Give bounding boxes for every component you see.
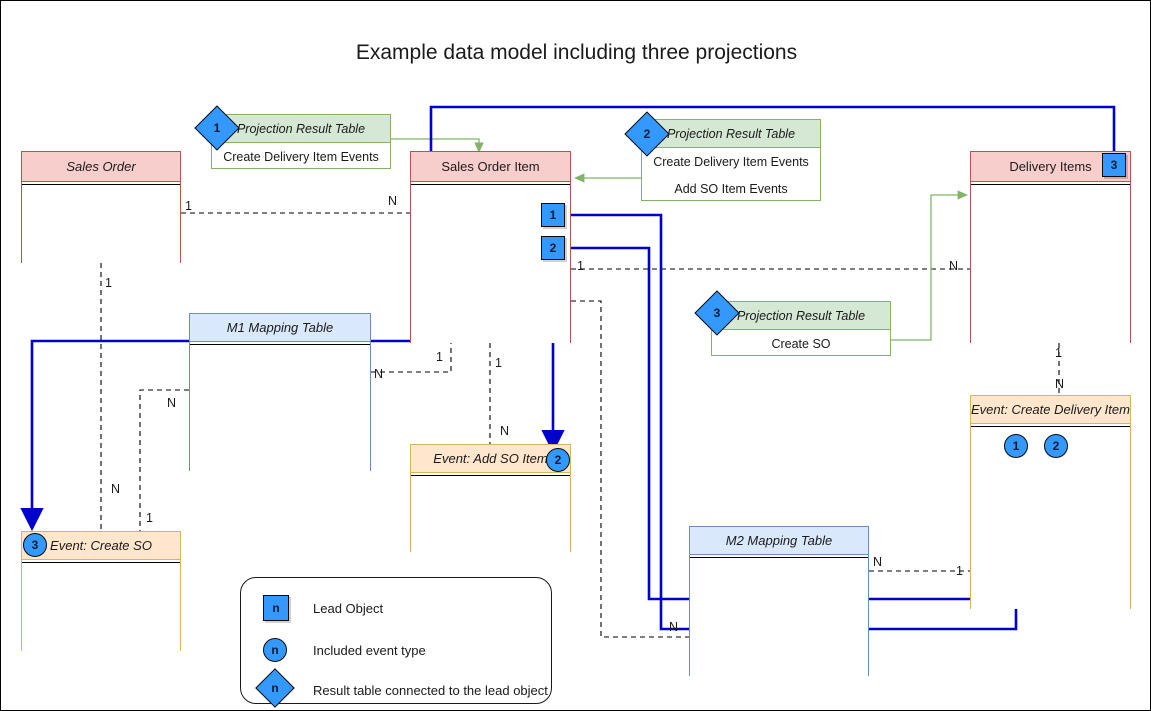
projection-1-header: Projection Result Table	[212, 115, 390, 143]
cardinality-label: 1	[105, 276, 112, 290]
projection-2-lead-diamond-label: 2	[643, 127, 651, 141]
diagram-canvas: Example data model including three proje…	[0, 0, 1151, 711]
lead-object-badge-1-sales-order-item[interactable]: 1	[541, 203, 565, 227]
cardinality-label: 1	[185, 199, 192, 213]
included-event-badge-2-create-delivery-item[interactable]: 2	[1044, 434, 1068, 458]
mapping-table-m2[interactable]: M2 Mapping Table	[689, 526, 869, 676]
cardinality-label: N	[388, 194, 398, 208]
entity-sales-order-body	[22, 185, 180, 263]
projection-3-row-0: Create SO	[771, 336, 831, 351]
legend-diamond-symbol: n	[271, 681, 279, 695]
legend-label: Result table connected to the lead objec…	[313, 683, 548, 698]
cardinality-label: 1	[956, 564, 963, 578]
included-event-badge-1-create-delivery-item[interactable]: 1	[1004, 434, 1028, 458]
cardinality-label: N	[669, 620, 679, 634]
lead-object-badge-3-delivery-items[interactable]: 3	[1102, 153, 1126, 177]
mapping-table-m1-body	[190, 345, 370, 471]
mapping-table-m2-title: M2 Mapping Table	[690, 527, 868, 555]
projection-1-lead-diamond-label: 1	[213, 121, 221, 135]
projection-result-table-2[interactable]: Projection Result Table Create Delivery …	[641, 119, 821, 201]
cardinality-label: 1	[495, 356, 502, 370]
mapping-table-m2-body	[690, 558, 868, 676]
legend-item-lead-object: n Lead Object	[241, 595, 551, 625]
legend-circle-icon: n	[263, 638, 287, 662]
lead-object-badge-2-sales-order-item[interactable]: 2	[541, 236, 565, 260]
entity-sales-order-item-title: Sales Order Item	[411, 152, 570, 182]
projection-2-row-0: Create Delivery Item Events	[653, 154, 809, 169]
cardinality-label: 1	[1055, 346, 1062, 360]
cardinality-label: N	[500, 424, 510, 438]
event-table-create-so-body	[22, 563, 180, 651]
included-event-badge-3-create-so[interactable]: 3	[23, 533, 47, 557]
projection-2-row-1: Add SO Item Events	[674, 181, 788, 196]
entity-delivery-items-body	[971, 185, 1130, 343]
cardinality-label: 1	[577, 259, 584, 273]
cardinality-label: N	[1055, 377, 1065, 391]
projection-1-row-0: Create Delivery Item Events	[223, 149, 379, 164]
projection-result-table-1[interactable]: Projection Result Table Create Delivery …	[211, 114, 391, 169]
legend-panel: n Lead Object n Included event type n Re…	[240, 577, 552, 708]
projection-3-lead-diamond-label: 3	[713, 306, 721, 320]
legend-item-result-table: n Result table connected to the lead obj…	[241, 668, 551, 708]
entity-sales-order[interactable]: Sales Order	[21, 151, 181, 263]
cardinality-label: N	[167, 396, 177, 410]
event-table-create-delivery-item-title: Event: Create Delivery Item	[971, 396, 1130, 424]
cardinality-label: N	[111, 482, 121, 496]
cardinality-label: 1	[436, 350, 443, 364]
cardinality-label: 1	[146, 511, 153, 525]
cardinality-label: N	[374, 367, 384, 381]
legend-item-included-event: n Included event type	[241, 638, 551, 668]
event-table-create-delivery-item[interactable]: Event: Create Delivery Item	[970, 395, 1131, 609]
legend-label: Lead Object	[313, 601, 384, 616]
legend-square-icon: n	[263, 595, 289, 621]
mapping-table-m1[interactable]: M1 Mapping Table	[189, 313, 371, 471]
mapping-table-m1-title: M1 Mapping Table	[190, 314, 370, 342]
projection-result-table-3[interactable]: Projection Result Table Create SO	[711, 301, 891, 356]
event-table-add-so-item-body	[411, 476, 570, 552]
legend-diamond-icon: n	[255, 668, 295, 708]
projection-3-header: Projection Result Table	[712, 302, 890, 330]
entity-delivery-items[interactable]: Delivery Items	[970, 151, 1131, 343]
cardinality-label: N	[949, 259, 959, 273]
legend-label: Included event type	[313, 643, 426, 658]
cardinality-label: N	[873, 555, 883, 569]
included-event-badge-2-add-so-item[interactable]: 2	[546, 448, 570, 472]
entity-sales-order-title: Sales Order	[22, 152, 180, 182]
